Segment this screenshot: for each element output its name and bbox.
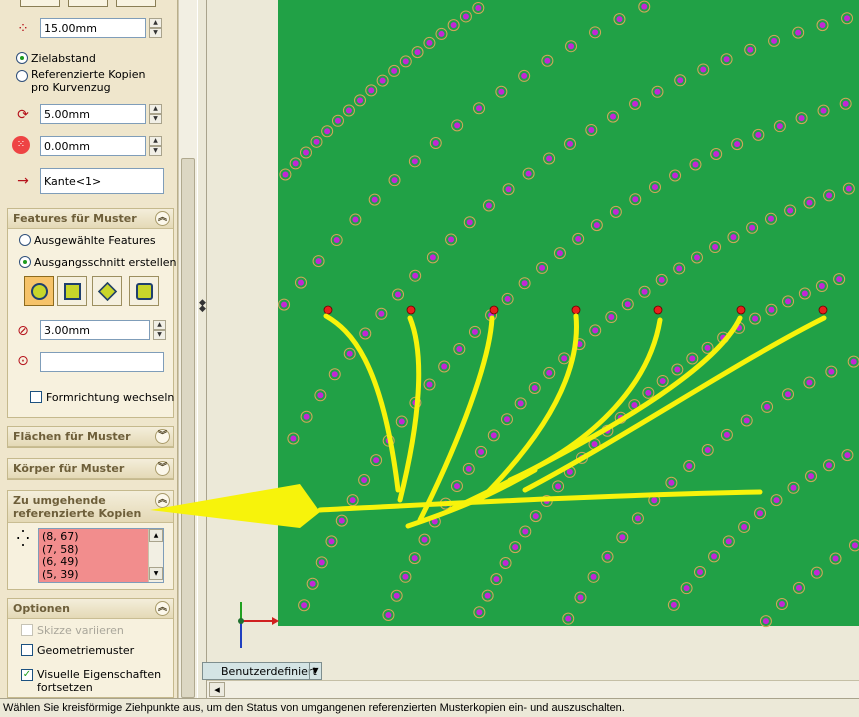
scroll-down-icon[interactable]: ▼ xyxy=(149,567,163,580)
edge-direction-icon: → xyxy=(17,173,29,189)
radio-label: Ausgewählte Features xyxy=(34,234,156,247)
faces-group: Flächen für Muster ︾ xyxy=(7,426,174,448)
spacing-icon: ⁘ xyxy=(17,21,29,37)
offset-field[interactable] xyxy=(40,104,146,124)
checkbox-box xyxy=(21,644,33,656)
radio-dot xyxy=(16,70,28,82)
scroll-left-icon[interactable]: ◂ xyxy=(209,682,225,697)
vary-sketch-checkbox[interactable]: Skizze variieren xyxy=(21,624,124,637)
panel-scrollbar[interactable] xyxy=(178,0,197,698)
radio-selected-features[interactable]: Ausgewählte Features xyxy=(19,234,156,247)
skipped-instances-list[interactable]: (8, 67) (7, 58) (6, 49) (5, 39) ▲ ▼ xyxy=(38,528,164,583)
diameter-field[interactable] xyxy=(40,320,150,340)
part-face[interactable] xyxy=(278,0,859,626)
radio-referenced-copies[interactable]: Referenzierte Kopien pro Kurvenzug xyxy=(16,68,166,94)
spacing-field[interactable] xyxy=(40,18,146,38)
instance-offset-stepper[interactable]: ▲ ▼ xyxy=(149,136,162,156)
options-group-header[interactable]: Optionen ︽ xyxy=(8,599,173,619)
splitter-grip-icon[interactable]: ◆ ◆ xyxy=(199,299,206,314)
center-point-icon: ⊙ xyxy=(17,353,29,369)
polygon-shape-button[interactable] xyxy=(129,276,159,306)
checkbox-label-line1: Visuelle Eigenschaften xyxy=(37,668,162,681)
scroll-up-icon[interactable]: ▲ xyxy=(149,529,163,542)
tab-button[interactable] xyxy=(116,0,156,7)
square-shape-button[interactable] xyxy=(57,276,87,306)
panel-splitter[interactable]: ◆ ◆ xyxy=(197,0,207,698)
circle-shape-button[interactable] xyxy=(24,276,54,306)
skip-points-icon: ⁛ xyxy=(16,529,30,548)
diameter-icon: ⊘ xyxy=(17,323,29,339)
expand-down-icon[interactable]: ︾ xyxy=(155,429,170,444)
scroll-track[interactable] xyxy=(149,542,163,567)
offset-stepper[interactable]: ▲ ▼ xyxy=(149,104,162,124)
circle-shape-icon xyxy=(31,283,48,300)
list-scrollbar[interactable]: ▲ ▼ xyxy=(148,529,163,582)
view-tab-label: Benutzerdefiniert xyxy=(221,665,317,678)
collapse-up-icon[interactable]: ︽ xyxy=(155,601,170,616)
edge-field[interactable] xyxy=(40,168,164,194)
geometry-pattern-checkbox[interactable]: Geometriemuster xyxy=(21,644,134,657)
instance-offset-icon: ⁙ xyxy=(12,136,30,154)
group-title: Optionen xyxy=(13,602,70,615)
chevron-down-icon[interactable]: ▼ xyxy=(309,663,321,679)
list-item[interactable]: (8, 67) xyxy=(42,530,160,544)
diamond-shape-button[interactable] xyxy=(92,276,122,306)
features-group-header[interactable]: Features für Muster ︽ xyxy=(8,209,173,229)
list-item[interactable]: (5, 39) xyxy=(42,568,160,582)
visual-properties-checkbox[interactable]: ✓ Visuelle Eigenschaften fortsetzen xyxy=(21,668,161,694)
list-item[interactable]: (6, 49) xyxy=(42,555,160,569)
checkbox-label-line2: fortsetzen xyxy=(37,681,93,694)
radio-target-distance[interactable]: Zielabstand xyxy=(16,52,96,65)
property-manager: ⁘ ▲▼ Zielabstand Referenzierte Kopien pr… xyxy=(0,0,178,698)
checkbox-box: ✓ xyxy=(21,669,33,681)
scroll-thumb[interactable] xyxy=(181,158,195,698)
checkbox-box xyxy=(21,624,33,636)
diamond-shape-icon xyxy=(97,281,118,302)
checkbox-label: Geometriemuster xyxy=(37,644,135,657)
faces-group-header[interactable]: Flächen für Muster ︾ xyxy=(8,427,173,447)
tab-strip xyxy=(14,0,164,8)
group-title-line2: referenzierte Kopien xyxy=(13,507,142,520)
radio-label: Ausgangsschnitt erstellen xyxy=(34,256,177,269)
status-text: Wählen Sie kreisförmige Ziehpunkte aus, … xyxy=(3,702,625,714)
group-title: Features für Muster xyxy=(13,212,137,225)
flip-direction-checkbox[interactable]: Formrichtung wechseln xyxy=(30,391,174,404)
checkbox-label: Skizze variieren xyxy=(37,624,124,637)
collapse-up-icon[interactable]: ︽ xyxy=(155,211,170,226)
checkbox-box xyxy=(30,391,42,403)
tab-button[interactable] xyxy=(20,0,60,7)
polygon-shape-icon xyxy=(136,283,153,300)
square-shape-icon xyxy=(64,283,81,300)
bodies-group: Körper für Muster ︾ xyxy=(7,458,174,480)
instance-offset-field[interactable] xyxy=(40,136,146,156)
group-title-line1: Zu umgehende xyxy=(13,494,106,507)
radio-dot xyxy=(19,234,31,246)
collapse-up-icon[interactable]: ︽ xyxy=(155,493,170,508)
diameter-stepper[interactable]: ▲ ▼ xyxy=(153,320,166,340)
spacing-stepper[interactable]: ▲ ▼ xyxy=(149,18,162,38)
radio-dot xyxy=(16,52,28,64)
vertex-field[interactable] xyxy=(40,352,164,372)
expand-down-icon[interactable]: ︾ xyxy=(155,461,170,476)
radio-dot xyxy=(19,256,31,268)
view-tab-custom[interactable]: Benutzerdefiniert ▼ xyxy=(202,662,322,680)
viewport-horizontal-scrollbar[interactable]: ◂ xyxy=(207,680,859,698)
group-title: Körper für Muster xyxy=(13,462,125,475)
bodies-group-header[interactable]: Körper für Muster ︾ xyxy=(8,459,173,479)
radio-label: Zielabstand xyxy=(31,52,96,65)
group-title: Flächen für Muster xyxy=(13,430,131,443)
checkbox-label: Formrichtung wechseln xyxy=(46,391,175,404)
tab-button[interactable] xyxy=(68,0,108,7)
status-bar: Wählen Sie kreisförmige Ziehpunkte aus, … xyxy=(0,698,859,717)
radio-label: Referenzierte Kopien pro Kurvenzug xyxy=(31,68,146,94)
skip-instances-header[interactable]: Zu umgehende referenzierte Kopien ︽ xyxy=(8,491,173,523)
radio-create-cut[interactable]: Ausgangsschnitt erstellen xyxy=(19,256,177,269)
offset-icon: ⟳ xyxy=(17,107,29,123)
